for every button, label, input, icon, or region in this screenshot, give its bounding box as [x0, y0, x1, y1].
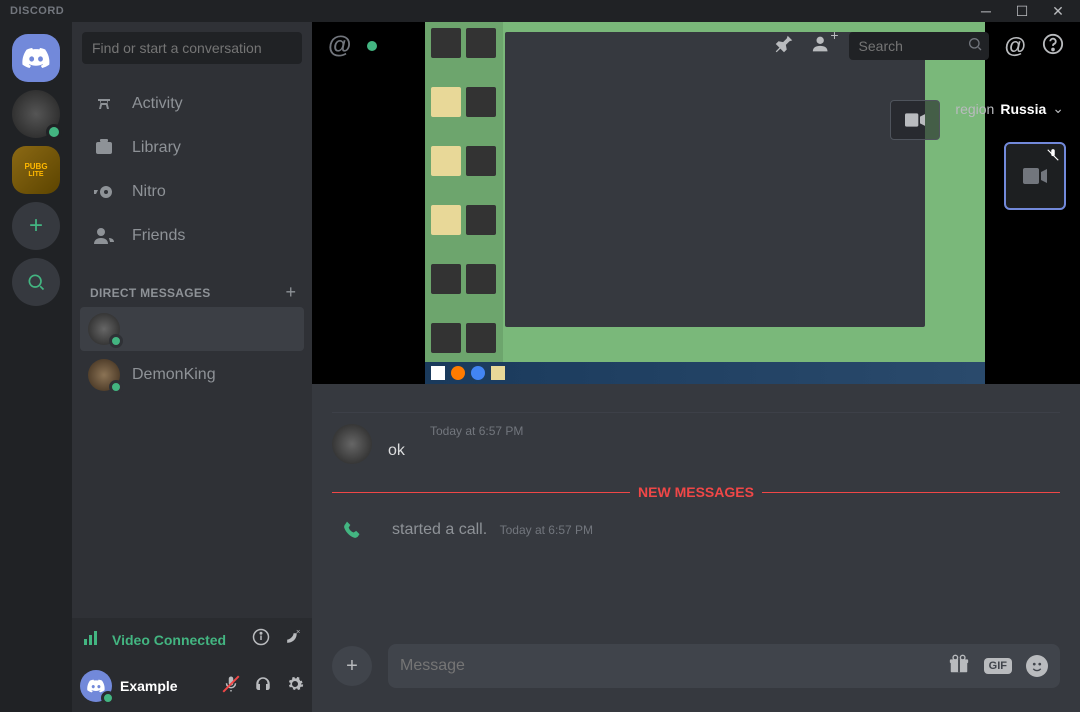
avatar[interactable]	[332, 424, 372, 464]
titlebar-title: DISCORD	[4, 5, 64, 17]
region-selector[interactable]: region Russia ⌄	[955, 100, 1064, 117]
dm-item-1[interactable]: DemonKing	[80, 353, 304, 397]
nav-activity[interactable]: Activity	[80, 82, 304, 126]
mentions-icon[interactable]: @	[1005, 33, 1026, 59]
message-timestamp: Today at 6:57 PM	[430, 424, 1060, 438]
video-thumbnail-1[interactable]	[890, 100, 940, 140]
pubg-label-1: PUBG	[24, 163, 47, 171]
info-icon[interactable]	[252, 628, 270, 651]
online-status-icon	[109, 334, 123, 348]
messages-list: Today at 6:57 PM ok NEW MESSAGES started…	[312, 384, 1080, 640]
dm-header: DIRECT MESSAGES +	[72, 266, 312, 307]
library-icon	[92, 136, 116, 160]
new-messages-divider: NEW MESSAGES	[332, 484, 1060, 500]
add-server-button[interactable]: +	[12, 202, 60, 250]
nav-nitro[interactable]: Nitro	[80, 170, 304, 214]
dm-header-text: DIRECT MESSAGES	[90, 286, 211, 300]
nav-friends[interactable]: Friends	[80, 214, 304, 258]
voice-status-text: Video Connected	[112, 632, 226, 648]
deafen-button[interactable]	[254, 675, 272, 698]
user-panel: Example	[72, 660, 312, 712]
gif-button[interactable]: GIF	[984, 658, 1012, 674]
video-thumbnail-self[interactable]	[1004, 142, 1066, 210]
emoji-button[interactable]	[1026, 655, 1048, 677]
online-status-icon	[46, 124, 62, 140]
nav-library-label: Library	[132, 139, 181, 157]
mic-muted-icon	[1046, 148, 1060, 167]
nav-friends-label: Friends	[132, 227, 185, 245]
online-status-icon	[109, 380, 123, 394]
server-item-pubg[interactable]: PUBG LITE	[12, 146, 60, 194]
message-text: ok	[388, 442, 1060, 460]
server-item-1[interactable]	[12, 90, 60, 138]
conversation-search-input[interactable]	[82, 32, 302, 64]
activity-icon	[92, 92, 116, 116]
nav-activity-label: Activity	[132, 95, 183, 113]
new-messages-label: NEW MESSAGES	[630, 484, 762, 500]
online-status-icon	[101, 691, 115, 705]
search-icon	[26, 272, 46, 292]
discord-logo-icon	[87, 679, 105, 693]
main-content: @ + @ region Russia ⌄	[312, 22, 1080, 712]
nitro-icon	[92, 180, 116, 204]
user-name: Example	[120, 678, 178, 694]
camera-icon	[905, 113, 925, 127]
status-indicator	[367, 41, 377, 51]
message-input[interactable]	[400, 657, 948, 675]
shared-screen	[425, 22, 985, 384]
window-controls: ─ ☐ ✕	[976, 3, 1076, 20]
sidebar: Activity Library Nitro Friends DIRECT ME…	[72, 22, 312, 712]
nav-nitro-label: Nitro	[132, 183, 166, 201]
close-button[interactable]: ✕	[1048, 3, 1068, 20]
phone-icon	[332, 520, 372, 540]
signal-icon	[82, 627, 102, 652]
call-text: started a call.	[392, 521, 487, 538]
avatar	[88, 313, 120, 345]
camera-icon	[1023, 167, 1047, 185]
create-dm-button[interactable]: +	[285, 282, 296, 303]
maximize-button[interactable]: ☐	[1012, 3, 1032, 20]
gift-icon[interactable]	[948, 653, 970, 680]
message-group: Today at 6:57 PM ok	[332, 424, 1060, 464]
pin-icon[interactable]	[773, 33, 795, 60]
settings-button[interactable]	[286, 675, 304, 698]
home-button[interactable]	[12, 34, 60, 82]
minimize-button[interactable]: ─	[976, 3, 996, 20]
video-call-area	[312, 22, 1080, 384]
region-label: region	[955, 101, 994, 117]
mute-button[interactable]	[222, 675, 240, 698]
pubg-label-2: LITE	[28, 171, 43, 178]
dm-name-1: DemonKing	[132, 366, 216, 384]
attach-button[interactable]: +	[332, 646, 372, 686]
search-icon	[967, 36, 983, 57]
channel-header: @ + @	[312, 22, 1080, 70]
chevron-down-icon: ⌄	[1052, 100, 1064, 117]
at-icon: @	[328, 32, 351, 60]
message-input-bar: + GIF	[332, 644, 1060, 688]
call-started-row: started a call. Today at 6:57 PM	[332, 520, 1060, 540]
friends-icon	[92, 224, 116, 248]
dm-item-0[interactable]	[80, 307, 304, 351]
add-friend-icon[interactable]: +	[811, 33, 833, 60]
voice-status-panel: Video Connected ×	[72, 618, 312, 660]
user-avatar[interactable]	[80, 670, 112, 702]
server-rail: PUBG LITE +	[0, 22, 72, 712]
help-icon[interactable]	[1042, 33, 1064, 60]
svg-text:×: ×	[296, 628, 300, 636]
disconnect-icon[interactable]: ×	[284, 628, 302, 651]
avatar	[88, 359, 120, 391]
call-time: Today at 6:57 PM	[500, 523, 593, 537]
region-value: Russia	[1000, 101, 1046, 117]
discord-logo-icon	[22, 48, 50, 68]
titlebar: DISCORD ─ ☐ ✕	[0, 0, 1080, 22]
nav-library[interactable]: Library	[80, 126, 304, 170]
explore-button[interactable]	[12, 258, 60, 306]
